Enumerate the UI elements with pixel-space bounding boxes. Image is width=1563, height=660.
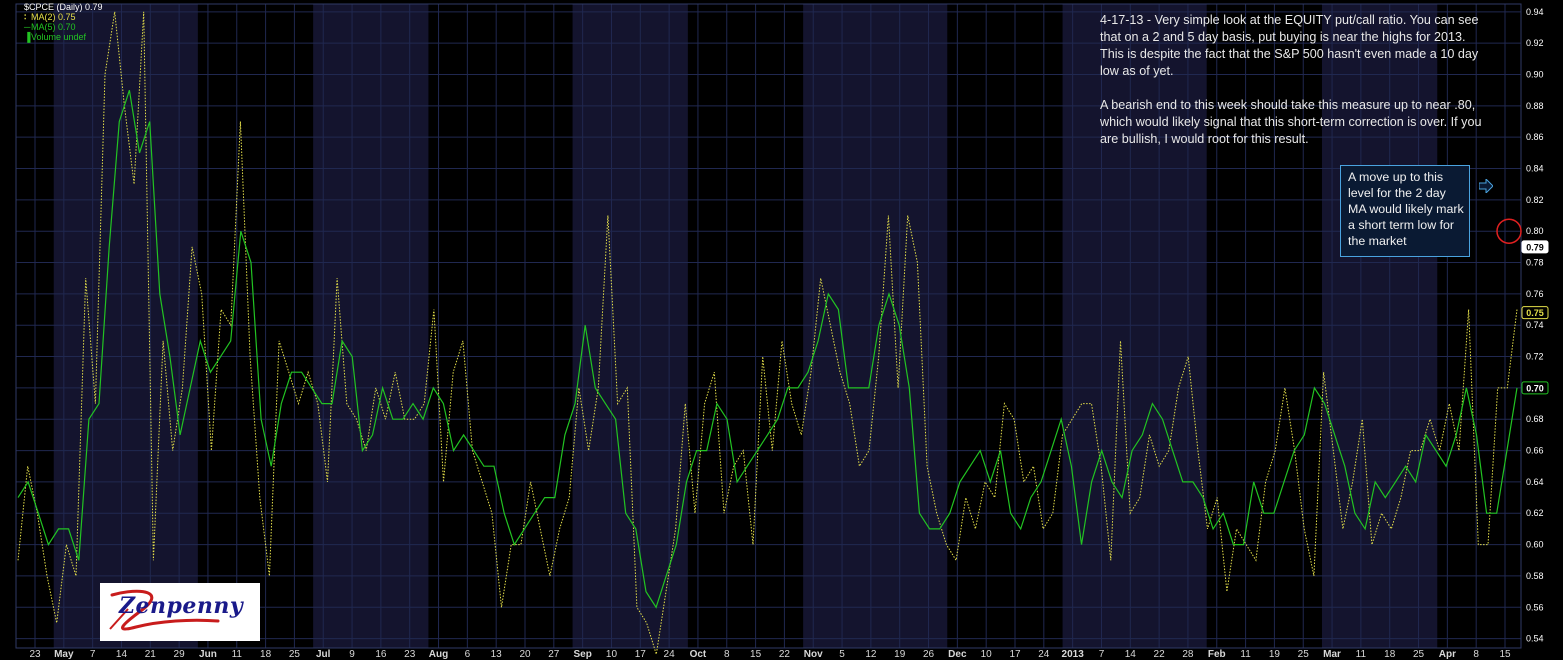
x-tick-label: Jul [316, 649, 331, 660]
y-tick-label: 0.54 [1526, 634, 1544, 644]
x-tick-label: 14 [1125, 649, 1137, 660]
logo-text: Zenpenny [119, 593, 244, 619]
y-tick-label: 0.74 [1526, 320, 1544, 330]
x-tick-label: 25 [1413, 649, 1425, 660]
x-tick-label: Mar [1323, 649, 1341, 660]
y-tick-label: 0.94 [1526, 7, 1544, 17]
legend-ma5: ─MA(5) 0.70 [24, 22, 76, 32]
y-tick-label: 0.64 [1526, 477, 1544, 487]
callout-box: A move up to this level for the 2 day MA… [1340, 165, 1470, 257]
y-tick-label: 0.88 [1526, 101, 1544, 111]
x-tick-label: 7 [1099, 649, 1105, 660]
y-tick-label: 0.66 [1526, 446, 1544, 456]
x-tick-label: 9 [349, 649, 355, 660]
x-tick-label: 14 [116, 649, 128, 660]
x-tick-label: 11 [232, 649, 243, 660]
x-tick-label: Nov [804, 649, 823, 660]
x-tick-label: 18 [1384, 649, 1396, 660]
x-tick-label: 20 [519, 649, 531, 660]
x-tick-label: 26 [923, 649, 935, 660]
y-tick-label: 0.82 [1526, 195, 1544, 205]
x-tick-label: 10 [606, 649, 618, 660]
x-tick-label: Oct [690, 649, 707, 660]
x-tick-label: 22 [779, 649, 791, 660]
x-tick-label: 15 [750, 649, 762, 660]
x-tick-label: 23 [404, 649, 416, 660]
legend-ma2: ∶ MA(2) 0.75 [24, 12, 76, 22]
x-tick-label: 29 [174, 649, 186, 660]
x-tick-label: 28 [1182, 649, 1194, 660]
value-badge-label: 0.79 [1526, 242, 1544, 252]
y-tick-label: 0.76 [1526, 289, 1544, 299]
x-tick-label: 7 [90, 649, 96, 660]
arrow-right-icon [1479, 179, 1493, 193]
x-tick-label: 18 [260, 649, 272, 660]
y-tick-label: 0.80 [1526, 226, 1544, 236]
month-band-3 [313, 4, 429, 648]
x-tick-label: Dec [948, 649, 967, 660]
y-tick-label: 0.90 [1526, 70, 1544, 80]
bars-icon: ▐ [24, 32, 31, 42]
x-tick-label: May [54, 649, 74, 660]
y-tick-label: 0.62 [1526, 508, 1544, 518]
x-tick-label: 27 [548, 649, 560, 660]
zenpenny-logo: Zenpenny [100, 583, 260, 641]
chart-legend: $CPCE (Daily) 0.79 ∶ MA(2) 0.75 ─MA(5) 0.… [24, 2, 103, 42]
y-tick-label: 0.56 [1526, 602, 1544, 612]
y-tick-label: 0.92 [1526, 38, 1544, 48]
annotation-paragraph-1: 4-17-13 - Very simple look at the EQUITY… [1100, 13, 1479, 78]
x-tick-label: 19 [1269, 649, 1281, 660]
x-tick-label: 15 [1499, 649, 1511, 660]
x-tick-label: 11 [1240, 649, 1251, 660]
chart: 0.54 0.56 0.58 0.60 0.62 0.64 0.66 0.68 0.70 0.72… [0, 0, 1563, 660]
x-tick-label: 25 [1298, 649, 1310, 660]
x-tick-label: 11 [1356, 649, 1367, 660]
value-badge-label: 0.70 [1526, 383, 1544, 393]
x-tick-label: 17 [635, 649, 647, 660]
y-tick-label: 0.58 [1526, 571, 1544, 581]
y-tick-label: 0.86 [1526, 132, 1544, 142]
x-tick-label: 24 [1038, 649, 1050, 660]
x-tick-label: 24 [664, 649, 676, 660]
x-tick-label: Sep [573, 649, 591, 660]
x-tick-label: 10 [981, 649, 993, 660]
y-tick-label: 0.60 [1526, 540, 1544, 550]
x-tick-label: 8 [724, 649, 730, 660]
line-icon: ─ [24, 22, 31, 32]
x-tick-label: 23 [29, 649, 41, 660]
y-tick-label: 0.84 [1526, 164, 1544, 174]
x-tick-label: 19 [894, 649, 906, 660]
x-tick-label: 25 [289, 649, 301, 660]
x-tick-label: 8 [1473, 649, 1479, 660]
month-band-5 [572, 4, 688, 648]
value-badge-label: 0.75 [1526, 308, 1544, 318]
x-tick-label: Feb [1208, 649, 1226, 660]
x-tick-label: Apr [1439, 649, 1456, 660]
x-tick-label: 13 [491, 649, 503, 660]
dots-icon: ∶ [24, 12, 27, 22]
annotation-text: 4-17-13 - Very simple look at the EQUITY… [1100, 12, 1488, 165]
x-tick-label: 12 [865, 649, 877, 660]
x-tick-label: Jun [199, 649, 217, 660]
x-tick-label: 16 [375, 649, 387, 660]
x-tick-label: 17 [1009, 649, 1021, 660]
x-tick-label: 21 [145, 649, 157, 660]
month-band-7 [803, 4, 948, 648]
y-tick-label: 0.72 [1526, 352, 1544, 362]
legend-symbol: $CPCE (Daily) 0.79 [24, 2, 103, 12]
x-tick-label: 22 [1154, 649, 1166, 660]
x-tick-label: 5 [839, 649, 845, 660]
x-tick-label: 6 [465, 649, 471, 660]
y-tick-label: 0.68 [1526, 414, 1544, 424]
series-ma5-line [17, 90, 1518, 609]
y-tick-label: 0.78 [1526, 258, 1544, 268]
legend-volume: ▐Volume undef [24, 32, 87, 42]
annotation-paragraph-2: A bearish end to this week should take t… [1100, 98, 1482, 146]
x-tick-label: Aug [429, 649, 448, 660]
x-tick-label: 2013 [1062, 649, 1085, 660]
